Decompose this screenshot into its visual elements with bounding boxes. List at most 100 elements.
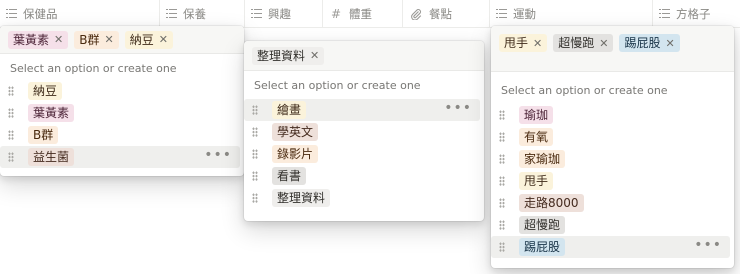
hint-text: Select an option or create one <box>10 62 177 75</box>
tag-label: 納豆 <box>129 32 154 47</box>
option-item[interactable]: 家瑜珈 <box>491 148 730 170</box>
drag-handle-icon[interactable] <box>8 130 14 140</box>
option-item[interactable]: 有氧 <box>491 126 730 148</box>
option-item[interactable]: 超慢跑 <box>491 214 730 236</box>
selected-tags-bar[interactable]: 甩手 ✕ 超慢跑 ✕ 踢屁股 ✕ <box>491 26 734 72</box>
multi-select-popup-運動: 甩手 ✕ 超慢跑 ✕ 踢屁股 ✕ Select an option or create… <box>491 26 734 268</box>
column-label: 運動 <box>513 6 536 21</box>
column-label: 體重 <box>349 6 372 21</box>
selected-tag: 甩手 ✕ <box>499 34 548 52</box>
option-item[interactable]: 納豆 <box>0 80 240 102</box>
drag-handle-icon[interactable] <box>8 86 14 96</box>
tag-label: 葉黃素 <box>13 32 50 47</box>
selected-tags-bar[interactable]: 葉黃素 ✕ B群 ✕ 納豆 ✕ <box>0 26 244 54</box>
tag-label: 整理資料 <box>257 48 306 63</box>
option-tag: 葉黃素 <box>28 104 75 122</box>
column-header-餐點[interactable]: 餐點 <box>403 0 490 27</box>
option-tag: 整理資料 <box>272 189 331 207</box>
multi-select-popup-保健品: 葉黃素 ✕ B群 ✕ 納豆 ✕ Select an option or create … <box>0 26 244 176</box>
selected-tag: 超慢跑 ✕ <box>553 34 614 52</box>
remove-tag-icon[interactable]: ✕ <box>665 38 674 49</box>
more-options-icon[interactable]: ••• <box>204 146 232 168</box>
list-icon <box>6 8 17 19</box>
remove-tag-icon[interactable]: ✕ <box>599 38 608 49</box>
drag-handle-icon[interactable] <box>499 220 505 230</box>
drag-handle-icon[interactable] <box>499 110 505 120</box>
column-label: 興趣 <box>268 6 291 21</box>
column-label: 餐點 <box>429 6 452 21</box>
selected-tags-bar[interactable]: 整理資料 ✕ <box>244 41 484 71</box>
selected-tag: 踢屁股 ✕ <box>619 34 680 52</box>
option-item[interactable]: 整理資料 <box>244 187 480 209</box>
drag-handle-icon[interactable] <box>8 152 14 162</box>
option-item[interactable]: 葉黃素 <box>0 102 240 124</box>
column-header-保健品[interactable]: 保健品 <box>0 0 160 27</box>
option-item[interactable]: B群 <box>0 124 240 146</box>
remove-tag-icon[interactable]: ✕ <box>533 38 542 49</box>
tag-label: 甩手 <box>504 36 529 50</box>
drag-handle-icon[interactable] <box>499 242 505 252</box>
option-tag: 走路8000 <box>519 194 584 212</box>
option-tag: 瑜珈 <box>519 106 554 124</box>
remove-tag-icon[interactable]: ✕ <box>54 34 63 45</box>
option-tag: 納豆 <box>28 82 63 100</box>
option-tag: 學英文 <box>272 123 319 141</box>
column-header-方格子[interactable]: 方格子 <box>653 0 740 27</box>
option-item[interactable]: 踢屁股 ••• <box>491 236 730 258</box>
option-tag: 甩手 <box>519 172 554 190</box>
tag-label: B群 <box>79 32 100 47</box>
more-options-icon[interactable]: ••• <box>694 236 722 258</box>
drag-handle-icon[interactable] <box>499 176 505 186</box>
option-tag: 踢屁股 <box>519 238 566 256</box>
drag-handle-icon[interactable] <box>252 171 258 181</box>
column-header-運動[interactable]: 運動 <box>490 0 653 27</box>
hash-icon: # <box>330 6 342 21</box>
option-tag: 有氧 <box>519 128 554 146</box>
drag-handle-icon[interactable] <box>499 132 505 142</box>
selected-tag: 納豆 ✕ <box>124 30 173 49</box>
option-tag: 繪畫 <box>272 101 307 119</box>
drag-handle-icon[interactable] <box>252 193 258 203</box>
drag-handle-icon[interactable] <box>252 127 258 137</box>
drag-handle-icon[interactable] <box>252 105 258 115</box>
list-icon <box>166 8 177 19</box>
option-tag: 看書 <box>272 167 307 185</box>
attachment-icon <box>409 7 423 21</box>
column-label: 保健品 <box>23 6 58 21</box>
tag-label: 踢屁股 <box>624 36 661 50</box>
option-item[interactable]: 益生菌 ••• <box>0 146 240 168</box>
drag-handle-icon[interactable] <box>8 108 14 118</box>
option-tag: 超慢跑 <box>519 216 566 234</box>
remove-tag-icon[interactable]: ✕ <box>159 34 168 45</box>
column-header-保養[interactable]: 保養 <box>160 0 245 27</box>
column-header-體重[interactable]: # 體重 <box>323 0 403 27</box>
option-item[interactable]: 學英文 <box>244 121 480 143</box>
drag-handle-icon[interactable] <box>499 154 505 164</box>
remove-tag-icon[interactable]: ✕ <box>104 34 113 45</box>
option-tag: B群 <box>28 126 59 144</box>
list-icon <box>251 8 262 19</box>
column-label: 方格子 <box>676 6 711 21</box>
tag-label: 超慢跑 <box>558 36 595 50</box>
multi-select-popup-興趣: 整理資料 ✕ Select an option or create one 繪畫 … <box>244 41 484 221</box>
drag-handle-icon[interactable] <box>252 149 258 159</box>
option-item[interactable]: 錄影片 <box>244 143 480 165</box>
option-tag: 錄影片 <box>272 145 319 163</box>
option-tag: 家瑜珈 <box>519 150 566 168</box>
option-item[interactable]: 甩手 <box>491 170 730 192</box>
list-icon <box>659 8 670 19</box>
selected-tag: 整理資料 ✕ <box>252 46 325 65</box>
list-icon <box>496 8 507 19</box>
option-item[interactable]: 走路8000 <box>491 192 730 214</box>
drag-handle-icon[interactable] <box>499 198 505 208</box>
remove-tag-icon[interactable]: ✕ <box>310 50 319 61</box>
column-label: 保養 <box>183 6 206 21</box>
more-options-icon[interactable]: ••• <box>444 99 472 121</box>
column-header-興趣[interactable]: 興趣 <box>245 0 323 27</box>
option-item[interactable]: 瑜珈 <box>491 104 730 126</box>
hint-text: Select an option or create one <box>254 79 421 92</box>
option-item[interactable]: 繪畫 ••• <box>244 99 480 121</box>
option-item[interactable]: 看書 <box>244 165 480 187</box>
hint-text: Select an option or create one <box>501 84 668 97</box>
selected-tag: 葉黃素 ✕ <box>8 30 69 49</box>
